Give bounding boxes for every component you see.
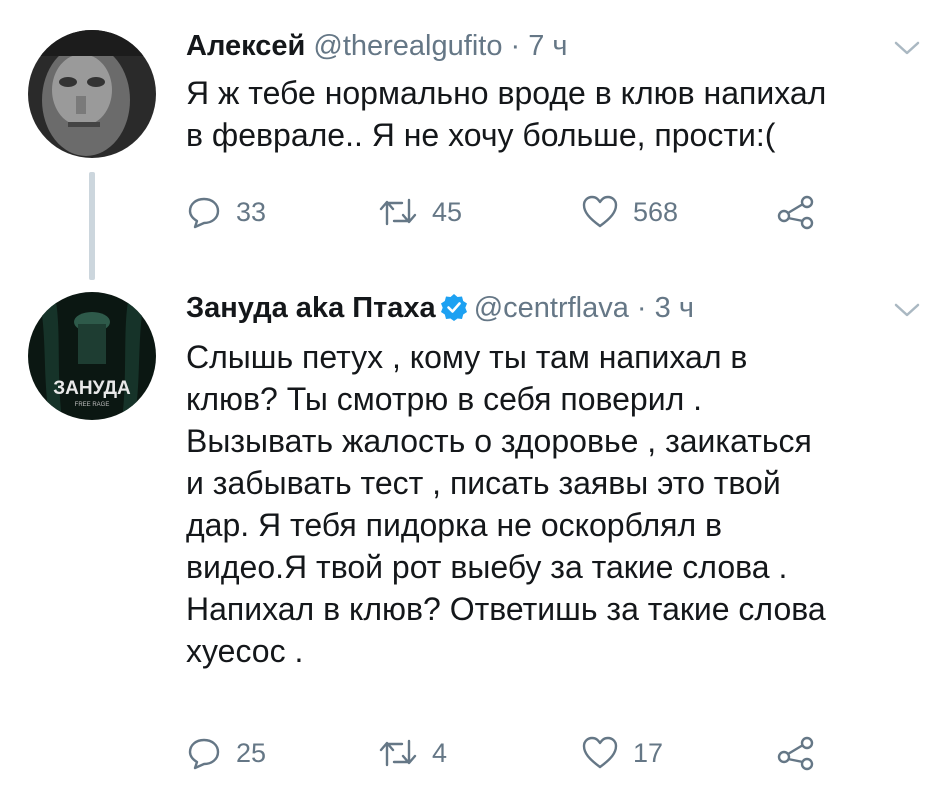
timestamp[interactable]: 3 ч [655,292,694,324]
like-button[interactable]: 17 [581,735,663,771]
like-button[interactable]: 568 [581,194,678,230]
heart-icon [582,195,618,228]
tweet-text: Я ж тебе нормально вроде в клюв напихал … [186,75,827,153]
bw-face-photo-icon [28,30,156,158]
thread-connector-line [89,172,95,280]
tweet-actions: 33 45 568 [186,194,836,234]
separator-dot: · [636,292,647,324]
retweet-count: 45 [432,196,463,227]
share-button[interactable] [776,735,816,771]
tweet-header: Алексей @therealgufito · 7 ч [186,28,568,64]
tweet-text: Слышь петух , кому ты там напихал в клюв… [186,339,826,669]
reply-button[interactable]: 25 [186,735,266,771]
reply-icon [188,197,220,229]
avatar[interactable]: ЗАНУДА FREE RAGE [28,292,156,420]
album-cover-icon: ЗАНУДА FREE RAGE [28,292,156,420]
avatar[interactable] [28,30,156,158]
reply-count: 33 [236,196,267,227]
share-icon [777,195,814,230]
like-count: 568 [633,196,679,227]
album-title: ЗАНУДА [53,378,131,399]
display-name[interactable]: Зануда aka Птаха [186,292,436,324]
share-icon [777,736,814,771]
separator-dot: · [510,30,521,62]
retweet-icon [379,198,417,226]
user-handle[interactable]: @therealgufito [313,30,502,62]
verified-badge-icon [440,294,467,321]
display-name[interactable]: Алексей [186,30,305,62]
user-handle[interactable]: @centrflava [474,292,629,324]
share-button[interactable] [776,194,816,230]
chevron-down-icon[interactable] [894,40,920,56]
like-count: 17 [633,737,664,768]
tweet-header: Зануда aka Птаха @centrflava · 3 ч [186,290,694,326]
retweet-count: 4 [432,737,448,768]
heart-icon [582,736,618,769]
tweet-actions: 25 4 17 [186,735,836,775]
retweet-button[interactable]: 45 [378,194,462,230]
reply-button[interactable]: 33 [186,194,266,230]
retweet-button[interactable]: 4 [378,735,447,771]
chevron-down-icon[interactable] [894,302,920,318]
timestamp[interactable]: 7 ч [528,30,567,62]
album-subtitle: FREE RAGE [75,402,110,408]
reply-icon [188,738,220,770]
retweet-icon [379,739,417,767]
reply-count: 25 [236,737,267,768]
